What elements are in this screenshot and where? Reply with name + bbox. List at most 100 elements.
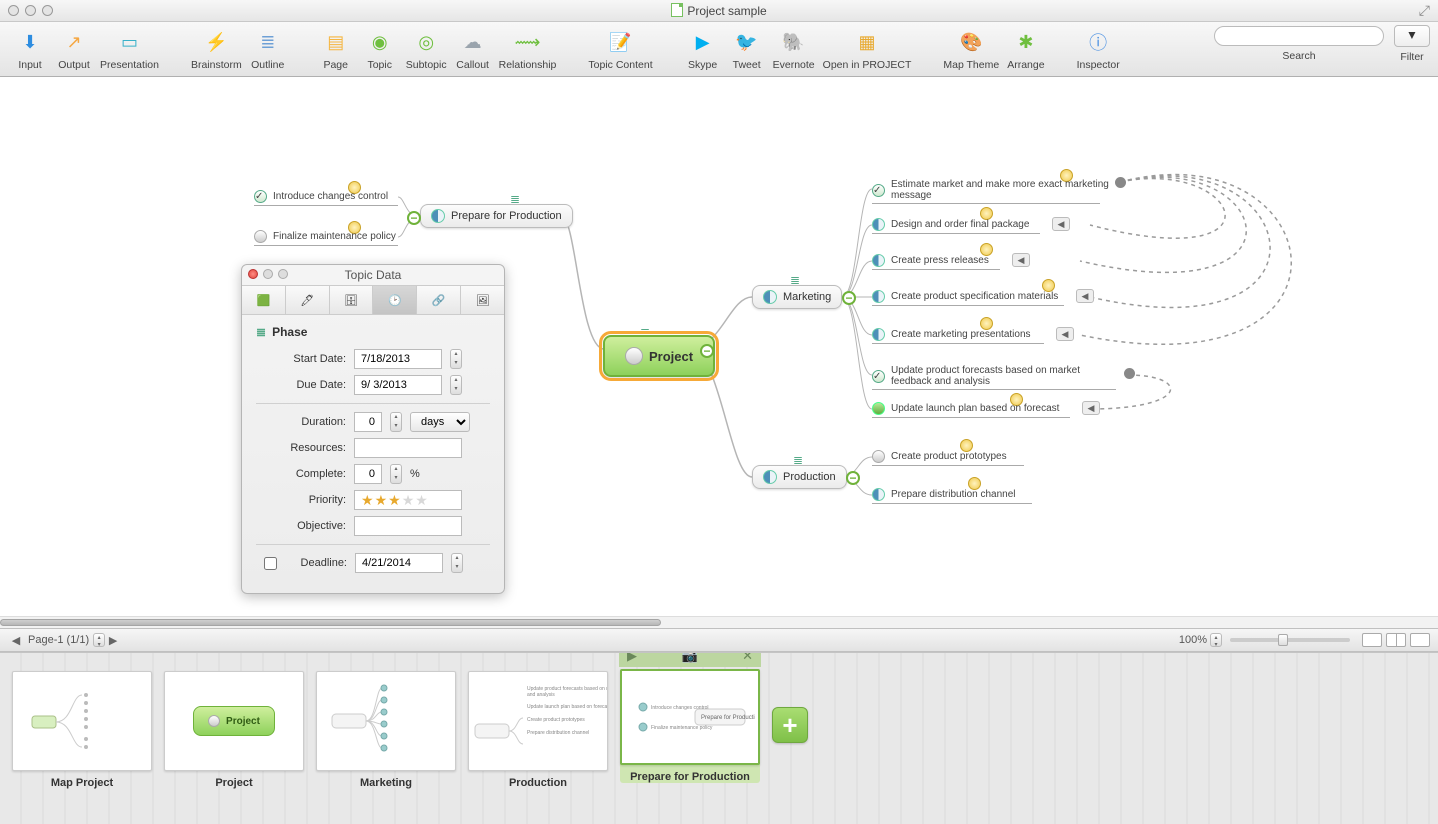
- subtopic[interactable]: Create product prototypes: [872, 450, 1007, 463]
- output-button[interactable]: ↗Output: [52, 25, 96, 71]
- slide-thumbnail[interactable]: Update product forecasts based on m...an…: [468, 671, 608, 789]
- start-date-stepper[interactable]: ▴▾: [450, 349, 462, 369]
- zoom-window-button[interactable]: [42, 5, 53, 16]
- subtopic[interactable]: Update launch plan based on forecast: [872, 402, 1059, 415]
- subtopic-button[interactable]: ◎Subtopic: [402, 25, 451, 71]
- brainstorm-button[interactable]: ⚡Brainstorm: [187, 25, 246, 71]
- search-input[interactable]: [1214, 26, 1384, 46]
- page-next-button[interactable]: ▶: [105, 634, 121, 647]
- panel-minimize-button[interactable]: [263, 269, 273, 279]
- topic-marketing[interactable]: Marketing: [752, 285, 842, 309]
- panel-title-label: Topic Data: [345, 268, 402, 282]
- panel-close-button[interactable]: [248, 269, 258, 279]
- slide-close-icon[interactable]: ✕: [742, 652, 753, 664]
- page-button[interactable]: ▤Page: [314, 25, 358, 71]
- panel-tab-2[interactable]: 🖊: [286, 286, 330, 314]
- page-stepper[interactable]: ▴▾: [93, 633, 105, 647]
- complete-stepper[interactable]: ▴▾: [390, 464, 402, 484]
- resources-input[interactable]: [354, 438, 462, 458]
- duration-input[interactable]: [354, 412, 382, 432]
- fullscreen-icon[interactable]: ⤢: [1419, 2, 1430, 19]
- panel-tab-5[interactable]: 🔗: [417, 286, 461, 314]
- zoom-slider[interactable]: [1230, 638, 1350, 642]
- panel-zoom-button[interactable]: [278, 269, 288, 279]
- subtopic[interactable]: Create press releases: [872, 254, 989, 267]
- slide-label: Prepare for Production: [620, 771, 760, 783]
- skype-button[interactable]: ▶Skype: [681, 25, 725, 71]
- topic-content-button[interactable]: 📝Topic Content: [584, 25, 656, 71]
- panel-section-title: ≣Phase: [256, 325, 490, 339]
- duration-label: Duration:: [256, 416, 346, 428]
- open-in-project-button[interactable]: ▦Open in PROJECT: [819, 25, 916, 71]
- star-icon: ★: [388, 492, 401, 509]
- duration-unit-select[interactable]: days: [410, 412, 470, 432]
- subtopic[interactable]: Design and order final package: [872, 218, 1029, 231]
- status-circle-icon: ✓: [872, 370, 885, 383]
- star-icon: ★: [415, 492, 428, 509]
- input-button[interactable]: ⬇Input: [8, 25, 52, 71]
- due-date-stepper[interactable]: ▴▾: [450, 375, 462, 395]
- complete-input[interactable]: [354, 464, 382, 484]
- view-mode-3[interactable]: [1410, 633, 1430, 647]
- duration-stepper[interactable]: ▴▾: [390, 412, 402, 432]
- relationship-button[interactable]: ⟿Relationship: [495, 25, 561, 71]
- subtopic[interactable]: Create product specification materials: [872, 290, 1058, 303]
- subtopic[interactable]: Prepare distribution channel: [872, 488, 1016, 501]
- slide-camera-icon[interactable]: 📷: [681, 652, 697, 664]
- subtopic[interactable]: ✓Introduce changes control: [254, 190, 388, 203]
- subtopic[interactable]: Create marketing presentations: [872, 328, 1031, 341]
- deadline-input[interactable]: [355, 553, 443, 573]
- star-icon: ★: [402, 492, 415, 509]
- map-theme-button[interactable]: 🎨Map Theme: [939, 25, 1003, 71]
- page-prev-button[interactable]: ◀: [8, 634, 24, 647]
- slide-thumbnail-active[interactable]: ▶ 📷 ✕ Prepare for ProductionIntroduce ch…: [620, 671, 760, 783]
- tweet-button[interactable]: 🐦Tweet: [725, 25, 769, 71]
- panel-tab-6[interactable]: 🖼: [461, 286, 504, 314]
- zoom-stepper[interactable]: ▴▾: [1210, 633, 1222, 647]
- due-date-input[interactable]: [354, 375, 442, 395]
- start-date-input[interactable]: [354, 349, 442, 369]
- panel-tab-3[interactable]: 🗄: [330, 286, 374, 314]
- panel-tab-1[interactable]: 🟩: [242, 286, 286, 314]
- subtopic[interactable]: ✓Estimate market and make more exact mar…: [872, 179, 1112, 201]
- topic-button[interactable]: ◉Topic: [358, 25, 402, 71]
- slide-thumbnail[interactable]: Map Project: [12, 671, 152, 789]
- collapse-toggle[interactable]: −: [407, 211, 421, 225]
- collapse-toggle[interactable]: −: [700, 344, 714, 358]
- priority-stars[interactable]: ★ ★ ★ ★ ★: [354, 490, 462, 510]
- collapse-toggle[interactable]: −: [846, 471, 860, 485]
- subtopic[interactable]: Finalize maintenance policy: [254, 230, 396, 243]
- topic-label: Prepare for Production: [451, 210, 562, 222]
- minimize-window-button[interactable]: [25, 5, 36, 16]
- topic-production[interactable]: Production: [752, 465, 847, 489]
- filter-button[interactable]: ▲: [1394, 25, 1430, 47]
- evernote-button[interactable]: 🐘Evernote: [769, 25, 819, 71]
- horizontal-scrollbar[interactable]: [0, 616, 1438, 628]
- status-circle-icon: ✓: [254, 190, 267, 203]
- arrange-button[interactable]: ✱Arrange: [1003, 25, 1048, 71]
- close-window-button[interactable]: [8, 5, 19, 16]
- collapse-toggle[interactable]: −: [842, 291, 856, 305]
- view-mode-2[interactable]: [1386, 633, 1406, 647]
- topic-prepare-production[interactable]: Prepare for Production: [420, 204, 573, 228]
- presentation-button[interactable]: ▭Presentation: [96, 25, 163, 71]
- start-date-label: Start Date:: [256, 353, 346, 365]
- slide-thumbnail[interactable]: Project Project: [164, 671, 304, 789]
- view-mode-1[interactable]: [1362, 633, 1382, 647]
- panel-tab-phase[interactable]: 🕑: [373, 286, 417, 314]
- deadline-stepper[interactable]: ▴▾: [451, 553, 463, 573]
- central-topic[interactable]: Project: [603, 335, 715, 377]
- central-topic-label: Project: [649, 349, 693, 364]
- callout-button[interactable]: ☁Callout: [451, 25, 495, 71]
- add-slide-button[interactable]: +: [772, 707, 808, 743]
- svg-text:Finalize maintenance policy: Finalize maintenance policy: [651, 725, 713, 731]
- slide-thumbnail[interactable]: Marketing: [316, 671, 456, 789]
- slide-play-icon[interactable]: ▶: [627, 652, 637, 664]
- inspector-button[interactable]: ⓘInspector: [1073, 25, 1124, 71]
- mindmap-canvas[interactable]: ≣ Project − ≣ Prepare for Production − ✓…: [0, 77, 1438, 628]
- objective-input[interactable]: [354, 516, 462, 536]
- outline-button[interactable]: ≣Outline: [246, 25, 290, 71]
- svg-text:and analysis: and analysis: [527, 692, 555, 698]
- subtopic[interactable]: ✓Update product forecasts based on marke…: [872, 365, 1112, 387]
- deadline-checkbox[interactable]: [264, 557, 277, 570]
